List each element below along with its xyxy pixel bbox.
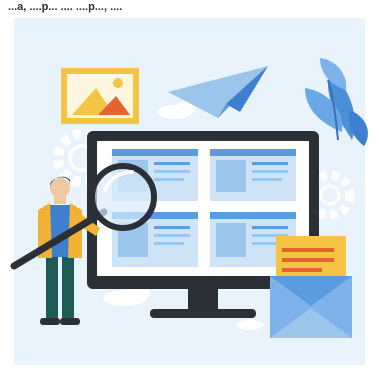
website-inspection-illustration — [10, 58, 368, 338]
image-icon — [61, 68, 139, 124]
envelope-icon — [270, 236, 352, 338]
cloud-icon — [157, 101, 196, 119]
website-card — [210, 149, 296, 201]
page: ...a, ....p... .... ....p..., .... — [0, 0, 379, 379]
cloud-icon — [236, 320, 264, 330]
